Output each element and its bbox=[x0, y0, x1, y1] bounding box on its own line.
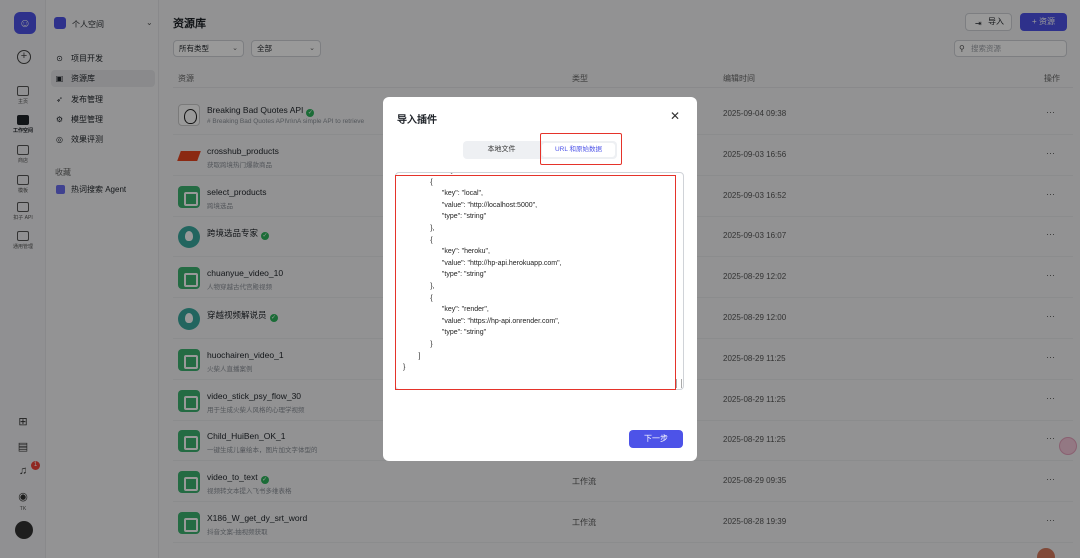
highlight-box-tab bbox=[540, 133, 622, 165]
dialog-title: 导入插件 bbox=[397, 115, 437, 126]
highlight-box-editor bbox=[395, 175, 676, 390]
tab-local-file[interactable]: 本地文件 bbox=[463, 141, 540, 159]
code-line: "servers": [ bbox=[403, 173, 453, 174]
resize-handle[interactable] bbox=[676, 379, 682, 388]
import-plugin-dialog: 导入插件 ✕ 本地文件 URL 和原始数据 "servers": [ { "ke… bbox=[383, 97, 697, 461]
close-icon[interactable]: ✕ bbox=[670, 109, 680, 123]
next-step-button[interactable]: 下一步 bbox=[629, 430, 683, 448]
